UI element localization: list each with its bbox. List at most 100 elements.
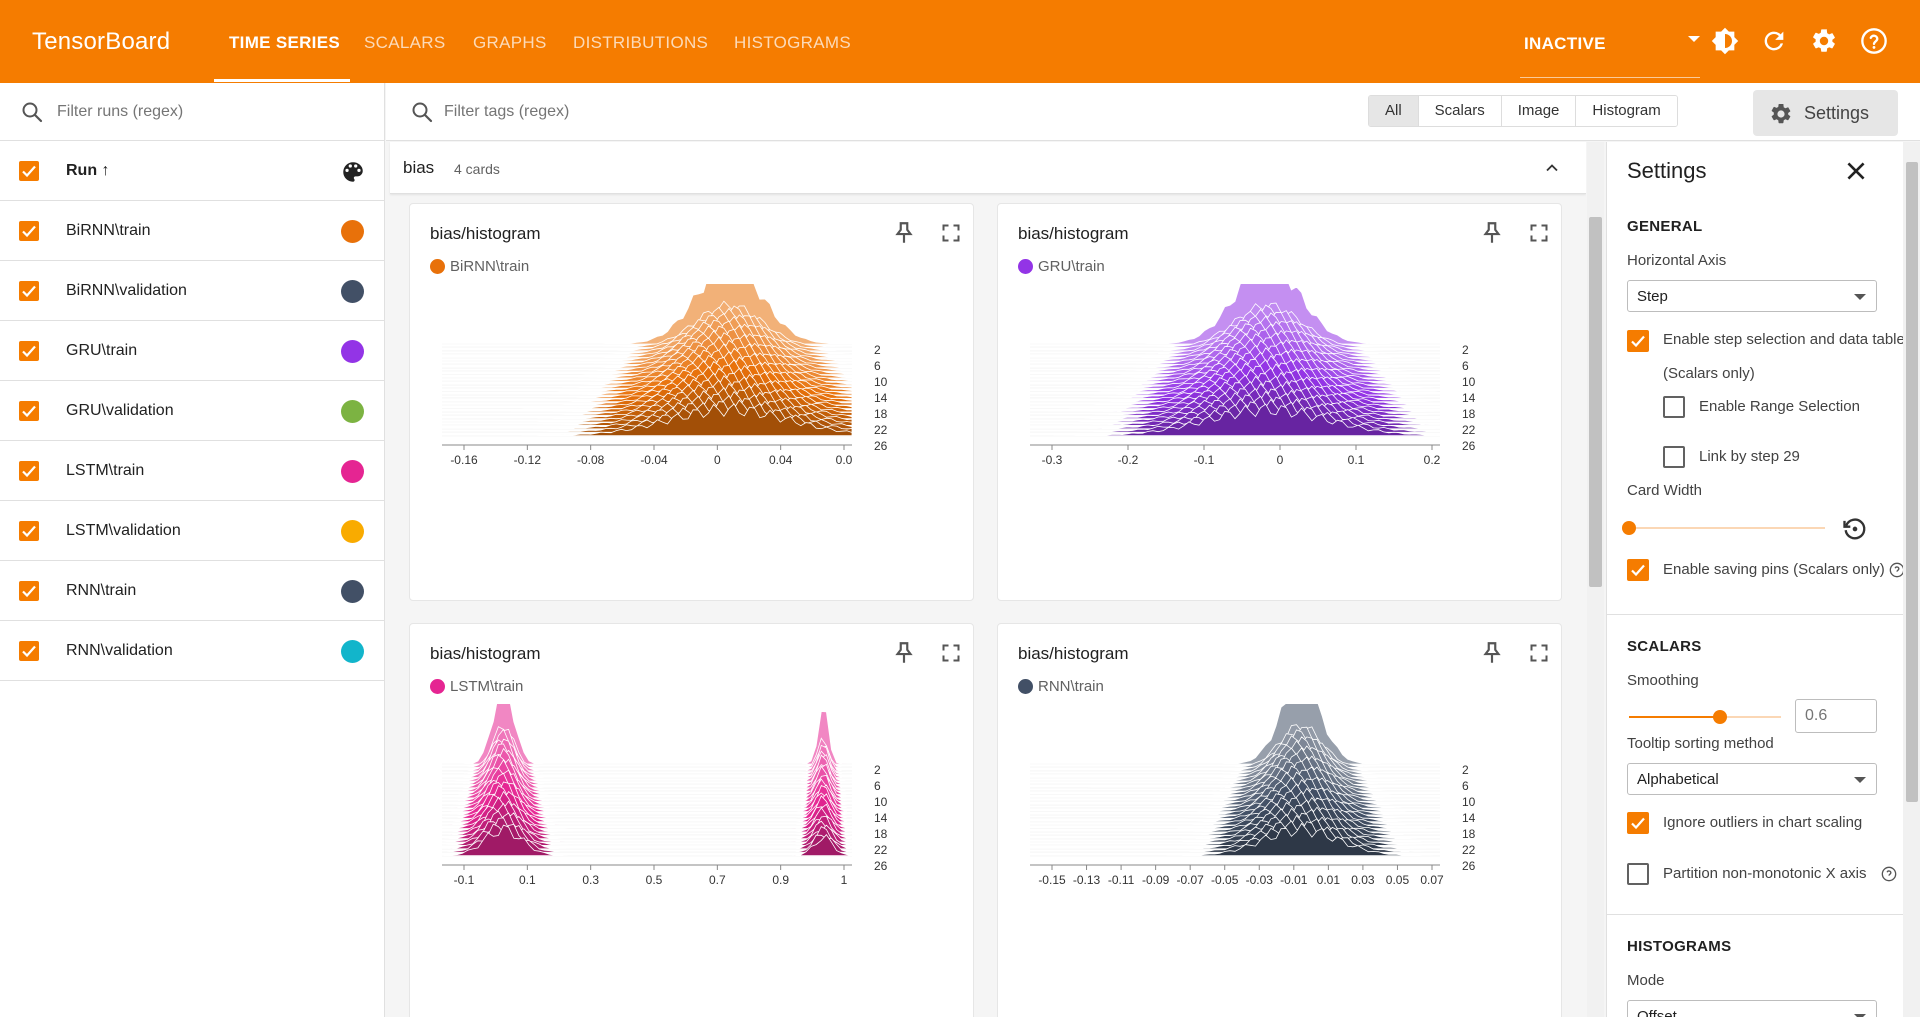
inactive-plugins-select[interactable]: INACTIVE: [1520, 22, 1700, 78]
smoothing-input[interactable]: 0.6: [1795, 699, 1877, 733]
refresh-icon[interactable]: [1760, 27, 1788, 55]
x-tick-label: -0.15: [1038, 873, 1066, 887]
run-row[interactable]: RNN\train: [0, 561, 384, 621]
mode-select[interactable]: Offset: [1627, 1000, 1877, 1017]
histogram-slice: [1030, 704, 1440, 765]
step-selection-checkbox[interactable]: [1627, 330, 1649, 352]
settings-scrollbar-thumb[interactable]: [1906, 162, 1918, 802]
fullscreen-icon[interactable]: [941, 223, 961, 243]
filter-scalars-button[interactable]: Scalars: [1418, 96, 1502, 126]
run-row[interactable]: BiRNN\validation: [0, 261, 384, 321]
link-by-step-checkbox[interactable]: [1663, 446, 1685, 468]
run-row[interactable]: GRU\validation: [0, 381, 384, 441]
select-all-checkbox[interactable]: [19, 161, 39, 181]
brand-logo[interactable]: TensorBoard: [32, 28, 170, 56]
run-checkbox[interactable]: [19, 521, 39, 541]
close-icon[interactable]: [1843, 158, 1869, 184]
run-checkbox[interactable]: [19, 401, 39, 421]
run-color-dot: [1018, 259, 1033, 274]
scalars-heading: SCALARS: [1627, 638, 1702, 655]
filter-all-button[interactable]: All: [1369, 96, 1419, 126]
reset-icon[interactable]: [1841, 515, 1869, 543]
card-run-name: RNN\train: [1038, 678, 1104, 695]
tag-filter-input[interactable]: Filter tags (regex): [444, 103, 569, 121]
cards-scrollbar[interactable]: [1587, 142, 1604, 1017]
step-tick-label: 22: [874, 423, 888, 437]
card-width-slider-track[interactable]: [1629, 527, 1825, 529]
run-checkbox[interactable]: [19, 221, 39, 241]
runs-filter[interactable]: Filter runs (regex): [0, 83, 384, 141]
settings-scrollbar[interactable]: [1903, 142, 1920, 1017]
tab-histograms[interactable]: HISTOGRAMS: [734, 33, 851, 53]
x-tick-label: 0: [714, 453, 721, 467]
filter-image-button[interactable]: Image: [1501, 96, 1577, 126]
run-checkbox[interactable]: [19, 581, 39, 601]
filter-histogram-button[interactable]: Histogram: [1576, 96, 1677, 126]
histogram-chart[interactable]: 261014182226-0.16 -0.12 -0.08 -0.04 0 0.04 0.0: [430, 284, 920, 504]
settings-button[interactable]: Settings: [1753, 90, 1898, 136]
card-width-slider-thumb[interactable]: [1622, 521, 1636, 535]
pin-icon[interactable]: [1479, 640, 1505, 666]
run-column-header[interactable]: Run ↑: [66, 162, 110, 180]
run-checkbox[interactable]: [19, 641, 39, 661]
settings-gear-icon[interactable]: [1810, 27, 1838, 55]
run-color-swatch[interactable]: [341, 640, 364, 663]
range-selection-checkbox[interactable]: [1663, 396, 1685, 418]
run-row[interactable]: LSTM\validation: [0, 501, 384, 561]
histogram-chart[interactable]: 261014182226-0.3 -0.2 -0.1 0 0.1 0.2: [1018, 284, 1508, 504]
saving-pins-checkbox[interactable]: [1627, 559, 1649, 581]
pin-icon[interactable]: [891, 640, 917, 666]
run-color-swatch[interactable]: [341, 580, 364, 603]
fullscreen-icon[interactable]: [1529, 223, 1549, 243]
fullscreen-icon[interactable]: [1529, 643, 1549, 663]
run-row[interactable]: RNN\validation: [0, 621, 384, 681]
tab-time-series[interactable]: TIME SERIES: [229, 33, 340, 53]
run-row[interactable]: BiRNN\train: [0, 201, 384, 261]
step-tick-label: 2: [874, 763, 881, 777]
run-checkbox[interactable]: [19, 281, 39, 301]
tab-graphs[interactable]: GRAPHS: [473, 33, 547, 53]
step-tick-label: 2: [874, 343, 881, 357]
histogram-slice: [1029, 735, 1441, 778]
help-icon[interactable]: [1860, 27, 1888, 55]
run-checkbox[interactable]: [19, 461, 39, 481]
ignore-outliers-checkbox[interactable]: [1627, 812, 1649, 834]
help-circle-icon[interactable]: [1881, 866, 1897, 882]
run-color-swatch[interactable]: [341, 220, 364, 243]
run-color-swatch[interactable]: [341, 400, 364, 423]
runs-filter-input[interactable]: Filter runs (regex): [57, 103, 183, 121]
run-color-swatch[interactable]: [341, 520, 364, 543]
step-tick-label: 18: [874, 407, 888, 421]
x-tick-label: 0.1: [519, 873, 536, 887]
tab-scalars[interactable]: SCALARS: [364, 33, 445, 53]
group-name: bias: [403, 158, 435, 177]
chevron-up-icon[interactable]: [1542, 158, 1562, 178]
run-row[interactable]: LSTM\train: [0, 441, 384, 501]
tab-distributions[interactable]: DISTRIBUTIONS: [573, 33, 708, 53]
smoothing-slider-thumb[interactable]: [1713, 710, 1728, 724]
run-name: RNN\train: [66, 582, 137, 599]
card-group-header[interactable]: bias 4 cards: [390, 142, 1586, 194]
run-row[interactable]: GRU\train: [0, 321, 384, 381]
tooltip-sort-select[interactable]: Alphabetical: [1627, 763, 1877, 795]
fullscreen-icon[interactable]: [941, 643, 961, 663]
step-tick-label: 22: [1462, 423, 1476, 437]
step-tick-label: 26: [1462, 859, 1476, 873]
run-color-swatch[interactable]: [341, 460, 364, 483]
pin-icon[interactable]: [1479, 220, 1505, 246]
run-checkbox[interactable]: [19, 341, 39, 361]
theme-toggle-icon[interactable]: [1711, 27, 1739, 55]
pin-icon[interactable]: [891, 220, 917, 246]
palette-icon[interactable]: [340, 159, 366, 185]
histogram-chart[interactable]: 261014182226-0.1 0.1 0.3 0.5 0.7 0.9 1: [430, 704, 920, 924]
general-heading: GENERAL: [1627, 218, 1703, 235]
run-color-swatch[interactable]: [341, 340, 364, 363]
partition-checkbox[interactable]: [1627, 863, 1649, 885]
scrollbar-thumb[interactable]: [1589, 217, 1602, 587]
run-name: LSTM\train: [66, 462, 145, 479]
horizontal-axis-select[interactable]: Step: [1627, 280, 1877, 312]
card-run-name: GRU\train: [1038, 258, 1105, 275]
run-color-swatch[interactable]: [341, 280, 364, 303]
histogram-chart[interactable]: 261014182226-0.15 -0.13 -0.11 -0.09 -0.07 -0.…: [1018, 704, 1508, 924]
gear-icon: [1771, 103, 1791, 124]
